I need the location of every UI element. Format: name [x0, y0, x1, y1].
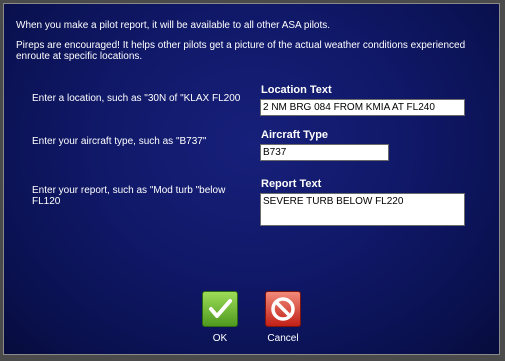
location-prompt: Enter a location, such as "30N of "KLAX …	[32, 93, 241, 104]
checkmark-icon	[209, 299, 232, 318]
info-text-encouraged: Pireps are encouraged! It helps other pi…	[16, 40, 466, 62]
cancel-button[interactable]	[265, 291, 301, 327]
no-entry-icon	[271, 297, 295, 321]
location-label: Location Text	[261, 84, 332, 96]
report-prompt: Enter your report, such as "Mod turb "be…	[32, 185, 226, 207]
ok-button-label[interactable]: OK	[202, 333, 238, 344]
aircraft-type-input[interactable]	[260, 144, 389, 161]
info-text-availability: When you make a pilot report, it will be…	[16, 20, 331, 31]
location-input[interactable]	[260, 99, 465, 116]
aircraft-label: Aircraft Type	[261, 129, 329, 141]
report-text-input[interactable]: SEVERE TURB BELOW FL220	[260, 193, 465, 226]
report-label: Report Text	[261, 178, 322, 190]
pirep-dialog: When you make a pilot report, it will be…	[3, 3, 500, 355]
aircraft-prompt: Enter your aircraft type, such as "B737"	[32, 136, 207, 147]
cancel-button-label[interactable]: Cancel	[259, 333, 307, 344]
ok-button[interactable]	[202, 291, 238, 327]
